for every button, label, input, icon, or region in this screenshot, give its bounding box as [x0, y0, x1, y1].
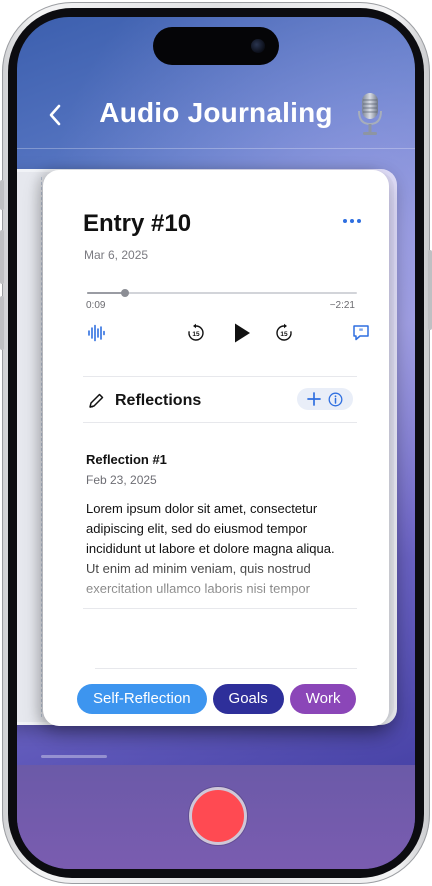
- reflection-date: Feb 23, 2025: [86, 473, 157, 487]
- svg-text:": ": [359, 327, 363, 337]
- remaining-time: −2:21: [329, 300, 355, 311]
- volume-down-button: [0, 296, 4, 350]
- reflection-title: Reflection #1: [86, 452, 167, 467]
- more-options-button[interactable]: [343, 216, 363, 226]
- skip-back-button[interactable]: 15: [183, 320, 209, 346]
- playback-progress: [87, 292, 125, 294]
- entry-title: Entry #10: [83, 210, 192, 237]
- more-dot-icon: [343, 219, 347, 223]
- entry-card: Entry #10 Mar 6, 2025 0:09 −2:21 15 15 "…: [43, 170, 389, 726]
- page-title: Audio Journaling: [99, 97, 333, 128]
- tag-chip[interactable]: Work: [289, 684, 357, 714]
- waveform-button[interactable]: [83, 320, 109, 346]
- section-divider: [95, 668, 357, 669]
- record-button[interactable]: [189, 787, 247, 845]
- skip-forward-15-icon: 15: [276, 323, 292, 341]
- reflections-header: Reflections: [87, 392, 201, 410]
- playback-scrubber[interactable]: [87, 289, 357, 297]
- current-time: 0:09: [86, 300, 106, 311]
- notebook-spine: [41, 177, 42, 717]
- microphone-icon[interactable]: [355, 91, 385, 137]
- more-dot-icon: [357, 219, 361, 223]
- section-divider: [83, 376, 357, 377]
- entry-date: Mar 6, 2025: [84, 248, 149, 262]
- skip-back-label: 15: [192, 331, 200, 338]
- header-divider: [17, 148, 415, 149]
- page-indicator: [41, 755, 107, 758]
- scrubber-knob[interactable]: [120, 289, 129, 297]
- skip-forward-label: 15: [280, 331, 288, 338]
- info-icon[interactable]: [328, 392, 343, 407]
- dynamic-island: [153, 27, 279, 65]
- transcript-button[interactable]: ": [349, 320, 373, 346]
- volume-up-button: [0, 230, 4, 284]
- screen: Audio Journaling Entry #10 Mar 6, 2025 0…: [17, 17, 415, 869]
- reflection-actions: [297, 388, 353, 410]
- more-dot-icon: [350, 219, 354, 223]
- reflections-heading: Reflections: [115, 392, 202, 409]
- chevron-left-icon: [49, 104, 61, 126]
- back-button[interactable]: [41, 101, 69, 129]
- skip-forward-button[interactable]: 15: [271, 320, 297, 346]
- action-button: [0, 180, 4, 210]
- reflection-body: Lorem ipsum dolor sit amet, consectetur …: [86, 501, 335, 596]
- pencil-icon: [89, 393, 104, 408]
- skip-back-15-icon: 15: [188, 323, 204, 341]
- camera-icon: [251, 39, 265, 53]
- power-button: [428, 250, 432, 330]
- play-icon: [235, 323, 250, 343]
- add-icon[interactable]: [306, 392, 321, 406]
- app-header: Audio Journaling: [17, 87, 415, 147]
- waveform-icon: [88, 324, 105, 342]
- section-divider: [83, 422, 357, 423]
- tag-chip[interactable]: Self-Reflection: [77, 684, 207, 714]
- tag-list: Self-Reflection Goals Work: [77, 684, 357, 714]
- section-divider: [83, 608, 357, 609]
- quote-bubble-icon: ": [353, 325, 369, 341]
- tag-chip[interactable]: Goals: [212, 684, 284, 714]
- play-button[interactable]: [228, 320, 256, 346]
